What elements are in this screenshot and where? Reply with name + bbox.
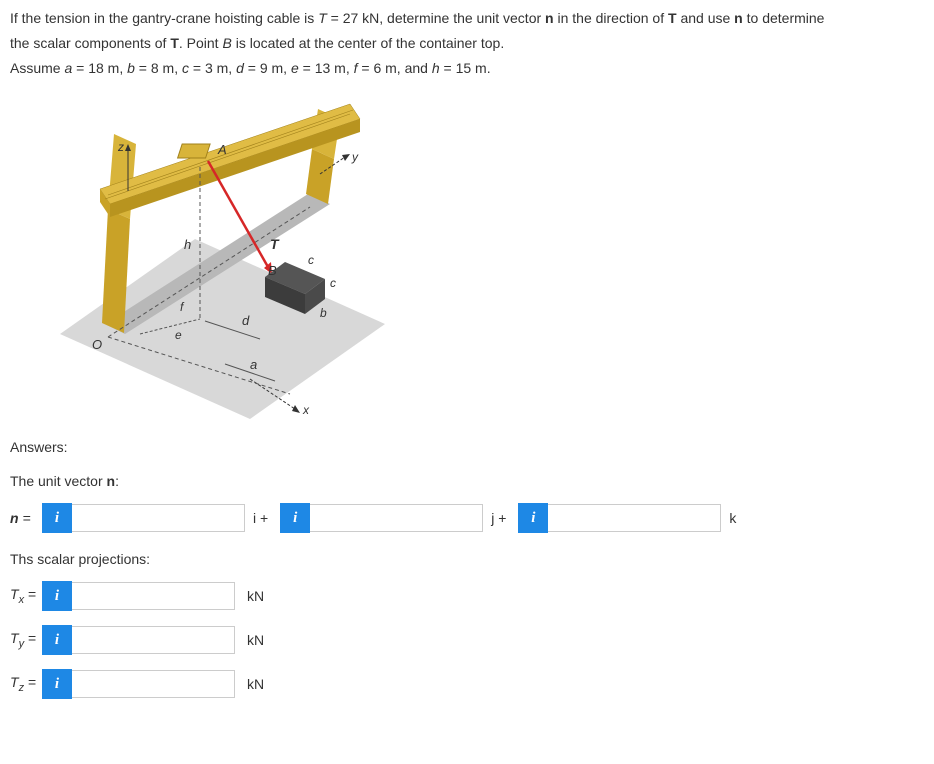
svg-text:y: y [351,150,359,164]
answers-label: Answers: [10,439,924,455]
svg-text:c: c [308,253,314,267]
svg-text:x: x [302,403,310,417]
n-i-input[interactable] [72,504,245,532]
info-icon[interactable]: i [42,503,72,533]
svg-text:A: A [217,142,227,157]
unit-vector-label: The unit vector n: [10,473,924,489]
ty-unit: kN [247,632,264,648]
ty-input[interactable] [72,626,235,654]
k-label: k [729,510,736,526]
svg-text:a: a [250,357,257,372]
svg-text:b: b [320,306,327,320]
ty-row: Ty = i kN [10,625,924,655]
info-icon[interactable]: i [42,581,72,611]
tz-label: Tz = [10,674,42,694]
svg-text:h: h [184,237,191,252]
svg-text:c: c [330,276,336,290]
tz-unit: kN [247,676,264,692]
svg-text:O: O [92,337,102,352]
tx-input[interactable] [72,582,235,610]
svg-text:B: B [268,263,277,278]
info-icon[interactable]: i [42,669,72,699]
tz-row: Tz = i kN [10,669,924,699]
svg-text:d: d [242,313,250,328]
gantry-crane-figure: z y x O A T h B c c b d [50,89,390,419]
info-icon[interactable]: i [280,503,310,533]
svg-text:z: z [117,140,124,154]
j-plus-label: j + [491,510,506,526]
unit-vector-row: n = i i + i j + i k [10,503,924,533]
svg-text:e: e [175,328,182,342]
ty-label: Ty = [10,630,42,650]
tx-unit: kN [247,588,264,604]
problem-statement-line2: the scalar components of T. Point B is l… [10,33,924,54]
scalar-projections-label: Ths scalar projections: [10,551,924,567]
problem-statement: If the tension in the gantry-crane hoist… [10,8,924,29]
svg-text:T: T [270,236,280,252]
n-j-input[interactable] [310,504,483,532]
tz-input[interactable] [72,670,235,698]
problem-statement-line3: Assume a = 18 m, b = 8 m, c = 3 m, d = 9… [10,58,924,79]
tx-label: Tx = [10,586,42,606]
info-icon[interactable]: i [518,503,548,533]
n-k-input[interactable] [548,504,721,532]
n-equals-label: n = [10,510,42,526]
tx-row: Tx = i kN [10,581,924,611]
info-icon[interactable]: i [42,625,72,655]
i-plus-label: i + [253,510,268,526]
